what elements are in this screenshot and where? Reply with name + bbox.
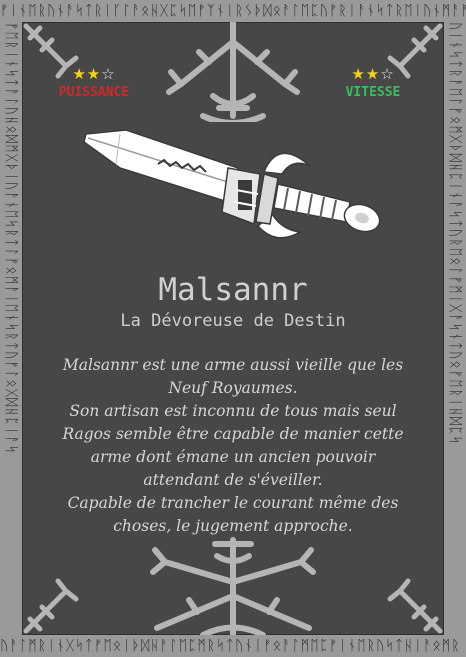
vegvisir-icon-top xyxy=(166,22,300,122)
weapon-subtitle: La Dévoreuse de Destin xyxy=(120,311,346,331)
weapon-card: ᚠᛁᚾᛖᚱᚢᚾᚨᛋᛏᚱᛁᚴᛚᚨᛟᚺᚷᛈᛋᛖᚠᛉᚾᛁᚱᛊᚦᛞᛟᚨᛚᛖᛈᚢᚠᚱᛁᚨᚾ… xyxy=(0,0,466,657)
lore-line: choses, le jugement approche. xyxy=(113,517,353,535)
lore-line: Capable de trancher le courant même des xyxy=(67,494,399,512)
rune-border-left: ᚠᛖᚱᛁᚾᛋᛏᚨᛚᚢᚺᛟᛞᛗᚷᚦᛁᚢᚨᚾᛖᛋᚱᛏᛚᚠᛟᛗᚨᛁᛖᚾᛋᚱᛏᚢᚠᛚᛟᚷ… xyxy=(3,22,19,455)
sword-icon xyxy=(83,129,381,239)
stat-speed: ★★☆ VITESSE xyxy=(326,66,420,100)
rune-border-top: ᚠᛁᚾᛖᚱᚢᚾᚨᛋᛏᚱᛁᚴᛚᚨᛟᚺᚷᛈᛋᛖᚠᛉᚾᛁᚱᛊᚦᛞᛟᚨᛚᛖᛈᚢᚠᚱᛁᚨᚾ… xyxy=(0,3,466,19)
lore-line: Son artisan est inconnu de tous mais seu… xyxy=(69,402,397,420)
speed-label: VITESSE xyxy=(345,85,401,100)
lore-line: attendant de s'éveiller. xyxy=(143,471,323,489)
star-empty-icon: ☆ xyxy=(380,65,395,83)
rune-border-right: ᚢᛁᚾᛋᛏᚱᚨᛖᛚᚠᛟᛗᚷᚦᛞᚺᛈᛁᚾᚨᛋᛏᚢᚱᛖᛟᛚᚠᛗᛁᚷᚨᛋᚾᛏᚢᛟᚠᛖᚱ… xyxy=(447,22,463,445)
lore-line: Ragos semble être capable de manier cett… xyxy=(62,425,404,443)
star-filled-icon: ★ xyxy=(86,65,102,83)
lore-line: arme dont émane un ancien pouvoir xyxy=(90,448,376,466)
lore-text: Malsannr est une arme aussi vieille que … xyxy=(44,354,422,538)
rune-border-bottom: ᚢᚨᛚᛗᚱᛁᚾᚷᛋᛏᚠᛖᛟᛁᚦᛞᚺᚨᛚᛖᛈᛗᚱᛋᛏᚢᚾᛁᚠᛟᚨᛚᛗᛖᛈᚠᛁᚾᛖᚱ… xyxy=(0,638,461,654)
lore-line: Malsannr est une arme aussi vieille que … xyxy=(62,356,404,374)
vegvisir-icon-bottom xyxy=(150,537,316,635)
power-rating-stars: ★★☆ xyxy=(38,66,150,82)
star-filled-icon: ★ xyxy=(72,65,87,83)
corner-knot-icon-bottom-left xyxy=(23,578,79,634)
speed-rating-stars: ★★☆ xyxy=(326,66,420,82)
corner-knot-icon-bottom-right xyxy=(387,578,443,634)
lore-line: Neuf Royaumes. xyxy=(168,379,298,397)
star-empty-icon: ☆ xyxy=(101,65,116,83)
weapon-name: Malsannr xyxy=(158,272,308,308)
star-filled-icon: ★ xyxy=(365,65,381,83)
star-filled-icon: ★ xyxy=(351,65,366,83)
stat-power: ★★☆ PUISSANCE xyxy=(38,66,150,100)
power-label: PUISSANCE xyxy=(58,85,130,100)
